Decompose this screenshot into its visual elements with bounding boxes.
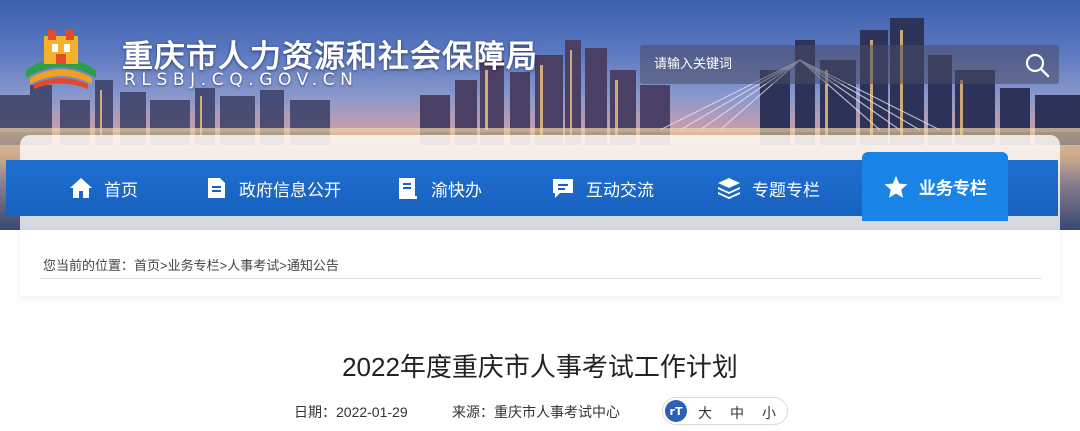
book-icon [399, 178, 417, 199]
breadcrumb-item-home[interactable]: 首页 [134, 258, 160, 273]
font-size-control: rT 大 中 小 [662, 397, 788, 425]
nav-item-business[interactable]: 业务专栏 [862, 152, 1008, 221]
breadcrumb-item-business[interactable]: 业务专栏 [168, 258, 220, 273]
site-domain: RLSBJ.CQ.GOV.CN [124, 70, 359, 90]
article-title: 2022年度重庆市人事考试工作计划 [342, 352, 738, 382]
font-size-medium[interactable]: 中 [730, 403, 744, 423]
breadcrumb-divider [40, 278, 1042, 279]
nav-label: 互动交流 [586, 180, 654, 201]
nav-label: 专题专栏 [752, 180, 820, 201]
nav-item-interaction[interactable]: 互动交流 [550, 160, 654, 216]
article-date: 日期：2022-01-29 [294, 402, 408, 422]
source-value: 重庆市人事考试中心 [494, 404, 620, 420]
nav-item-topics[interactable]: 专题专栏 [716, 160, 820, 216]
search-box [640, 45, 1059, 84]
date-label: 日期： [294, 404, 336, 420]
breadcrumb-item-exam[interactable]: 人事考试 [227, 258, 279, 273]
layers-icon [718, 178, 740, 199]
breadcrumb: 您当前的位置：首页>业务专栏>人事考试>通知公告 [43, 255, 339, 274]
breadcrumb-separator: > [279, 258, 287, 273]
source-label: 来源： [452, 404, 494, 420]
nav-label: 首页 [104, 180, 138, 201]
nav-item-home[interactable]: 首页 [68, 160, 138, 216]
breadcrumb-prefix: 您当前的位置： [43, 258, 135, 273]
nav-label: 政府信息公开 [239, 180, 341, 201]
document-icon [208, 178, 225, 198]
nav-label: 业务专栏 [919, 179, 987, 199]
date-value: 2022-01-29 [336, 404, 408, 420]
nav-item-yukuaiban[interactable]: 渝快办 [395, 160, 482, 216]
search-input[interactable] [646, 51, 1006, 78]
search-icon[interactable] [1023, 51, 1051, 79]
home-icon [70, 178, 92, 198]
breadcrumb-item-notice[interactable]: 通知公告 [287, 258, 339, 273]
font-size-small[interactable]: 小 [762, 403, 776, 423]
font-size-icon: rT [665, 400, 687, 422]
breadcrumb-separator: > [160, 258, 168, 273]
font-size-large[interactable]: 大 [698, 403, 712, 423]
bureau-logo [26, 30, 96, 89]
chat-icon [553, 179, 573, 198]
nav-item-gov-info[interactable]: 政府信息公开 [203, 160, 341, 216]
nav-label: 渝快办 [431, 180, 482, 201]
article-source: 来源：重庆市人事考试中心 [452, 402, 620, 422]
star-icon [884, 175, 908, 198]
